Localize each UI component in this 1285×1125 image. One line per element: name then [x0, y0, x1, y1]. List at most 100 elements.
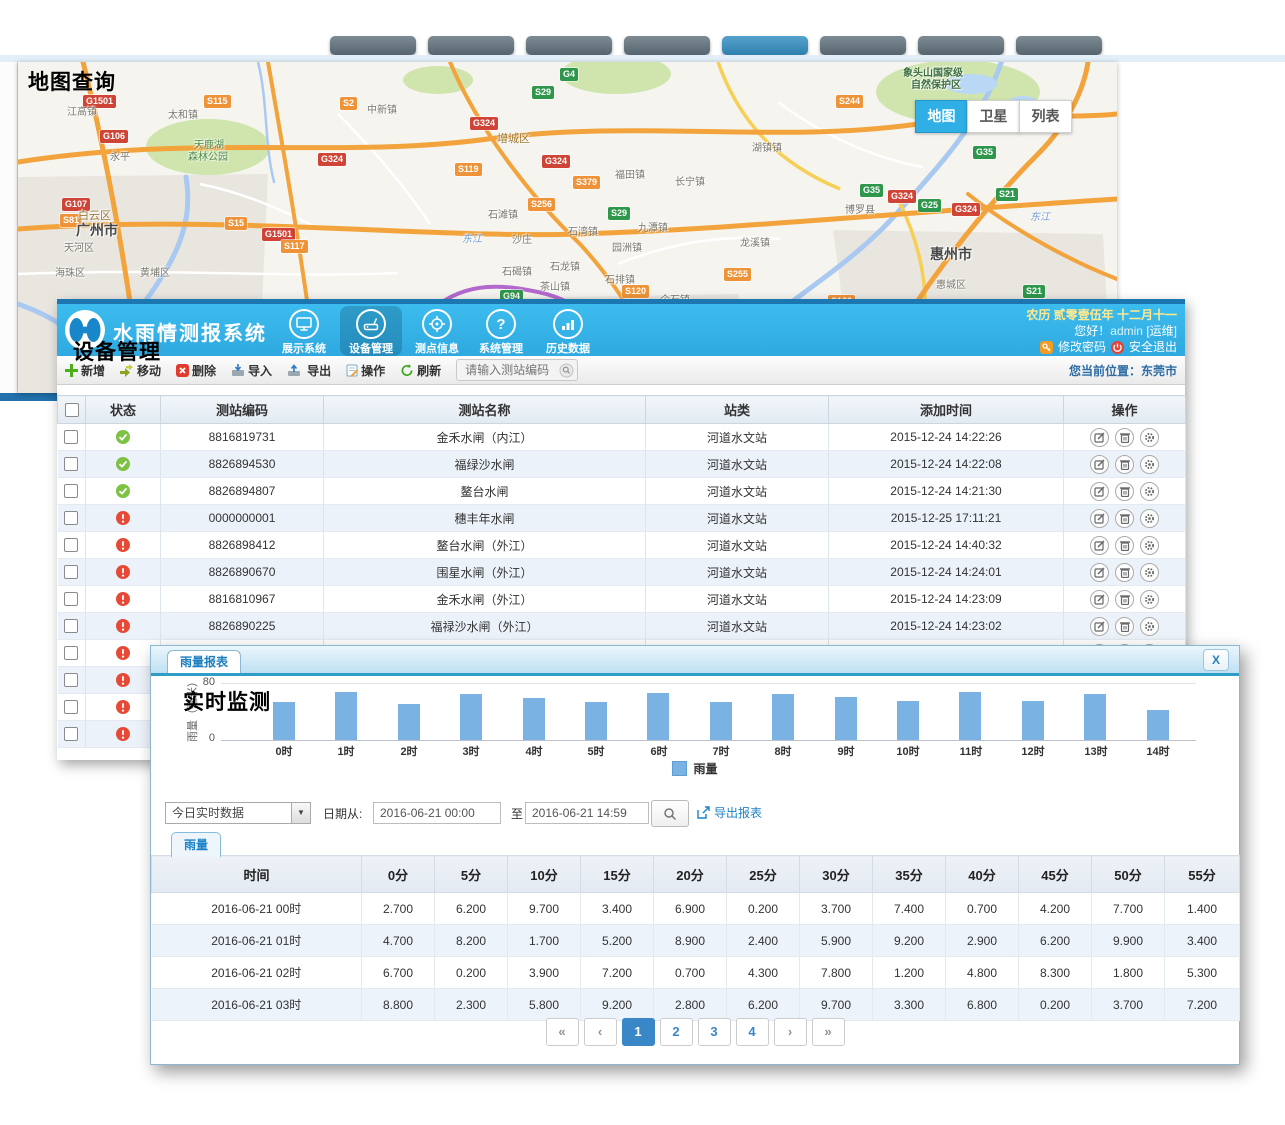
station-search-input[interactable]: [463, 362, 559, 378]
trash-icon[interactable]: [1115, 428, 1134, 447]
row-checkbox[interactable]: [64, 565, 78, 579]
page-prev-button[interactable]: ‹: [584, 1018, 617, 1046]
nav-item-station-info[interactable]: 测点信息: [406, 306, 468, 356]
background-tab[interactable]: [624, 36, 710, 55]
edit-icon[interactable]: [1090, 455, 1109, 474]
export-report-link[interactable]: 导出报表: [697, 804, 762, 821]
select-all-checkbox[interactable]: [65, 403, 79, 417]
background-tab[interactable]: [526, 36, 612, 55]
sub-tab-rain[interactable]: 雨量: [171, 832, 221, 857]
background-tab[interactable]: [330, 36, 416, 55]
row-checkbox[interactable]: [64, 511, 78, 525]
gear-icon[interactable]: [1140, 590, 1159, 609]
code-cell: 8826890225: [161, 613, 324, 640]
monitor-icon: [289, 309, 319, 339]
edit-icon[interactable]: [1090, 428, 1109, 447]
edit-icon[interactable]: [1090, 536, 1109, 555]
row-checkbox[interactable]: [64, 619, 78, 633]
row-checkbox[interactable]: [64, 646, 78, 660]
refresh-button[interactable]: 刷新: [400, 362, 441, 379]
row-checkbox[interactable]: [64, 673, 78, 687]
trash-icon[interactable]: [1115, 509, 1134, 528]
gear-icon[interactable]: [1140, 428, 1159, 447]
trash-icon[interactable]: [1115, 482, 1134, 501]
device-table-row[interactable]: 8816819731金禾水闸（内江）河道水文站2015-12-24 14:22:…: [58, 424, 1186, 451]
status-alert-icon: [116, 538, 130, 552]
page-next-button[interactable]: ›: [774, 1018, 807, 1046]
gear-icon[interactable]: [1140, 617, 1159, 636]
search-icon[interactable]: [559, 363, 574, 378]
date-to-input[interactable]: [525, 802, 649, 824]
page-first-button[interactable]: «: [546, 1018, 579, 1046]
name-cell: 围星水闸（外江）: [324, 559, 646, 586]
edit-icon[interactable]: [1090, 590, 1109, 609]
map-view-button-map[interactable]: 地图: [915, 100, 968, 133]
logout-link[interactable]: 安全退出: [1129, 339, 1177, 355]
operate-button[interactable]: 操作: [346, 362, 385, 379]
edit-icon[interactable]: [1090, 563, 1109, 582]
rain-value-cell: 2.800: [654, 989, 727, 1021]
device-table-row[interactable]: 8826890225福禄沙水闸（外江）河道水文站2015-12-24 14:23…: [58, 613, 1186, 640]
nav-item-display-system[interactable]: 展示系统: [273, 306, 335, 356]
device-table-row[interactable]: 8826894807鳌台水闸河道水文站2015-12-24 14:21:30: [58, 478, 1186, 505]
edit-icon[interactable]: [1090, 509, 1109, 528]
date-from-input[interactable]: [373, 802, 501, 824]
page-button-1[interactable]: 1: [622, 1018, 655, 1046]
gear-icon[interactable]: [1140, 509, 1159, 528]
rain-bar: [1022, 701, 1044, 740]
gear-icon[interactable]: [1140, 536, 1159, 555]
type-cell: 河道水文站: [646, 505, 829, 532]
device-table-row[interactable]: 8826890670围星水闸（外江）河道水文站2015-12-24 14:24:…: [58, 559, 1186, 586]
trash-icon[interactable]: [1115, 455, 1134, 474]
page-button-2[interactable]: 2: [660, 1018, 693, 1046]
road-shield: G25: [918, 199, 941, 212]
row-checkbox[interactable]: [64, 457, 78, 471]
row-checkbox[interactable]: [64, 484, 78, 498]
trash-icon[interactable]: [1115, 617, 1134, 636]
export-button[interactable]: 导出: [287, 362, 331, 379]
map-view-button-list[interactable]: 列表: [1019, 100, 1072, 133]
rain-value-cell: 0.700: [654, 957, 727, 989]
map-view-button-satellite[interactable]: 卫星: [967, 100, 1020, 133]
change-password-link[interactable]: 修改密码: [1058, 339, 1106, 355]
device-table-row[interactable]: 8816810967金禾水闸（外江）河道水文站2015-12-24 14:23:…: [58, 586, 1186, 613]
edit-icon[interactable]: [1090, 617, 1109, 636]
device-table-row[interactable]: 0000000001穗丰年水闸河道水文站2015-12-25 17:11:21: [58, 505, 1186, 532]
search-button[interactable]: [651, 800, 689, 827]
rain-value-cell: 7.200: [1165, 989, 1240, 1021]
row-checkbox[interactable]: [64, 700, 78, 714]
trash-icon[interactable]: [1115, 590, 1134, 609]
data-preset-select[interactable]: 今日实时数据 ▼: [165, 802, 311, 824]
x-tick-label: 12时: [1013, 743, 1053, 759]
device-table-row[interactable]: 8826898412鳌台水闸（外江）河道水文站2015-12-24 14:40:…: [58, 532, 1186, 559]
background-tab[interactable]: [820, 36, 906, 55]
trash-icon[interactable]: [1115, 563, 1134, 582]
x-tick-label: 8时: [763, 743, 803, 759]
page-button-3[interactable]: 3: [698, 1018, 731, 1046]
background-tab-active[interactable]: [722, 36, 808, 55]
row-checkbox[interactable]: [64, 538, 78, 552]
tab-rain-report[interactable]: 雨量报表: [167, 650, 241, 673]
device-table-row[interactable]: 8826894530福绿沙水闸河道水文站2015-12-24 14:22:08: [58, 451, 1186, 478]
background-tab[interactable]: [918, 36, 1004, 55]
background-tab[interactable]: [1016, 36, 1102, 55]
page-last-button[interactable]: »: [812, 1018, 845, 1046]
row-checkbox[interactable]: [64, 727, 78, 741]
edit-icon[interactable]: [1090, 482, 1109, 501]
gear-icon[interactable]: [1140, 455, 1159, 474]
name-cell: 福禄沙水闸（外江）: [324, 613, 646, 640]
gear-icon[interactable]: [1140, 563, 1159, 582]
trash-icon[interactable]: [1115, 536, 1134, 555]
gear-icon[interactable]: [1140, 482, 1159, 501]
page-button-4[interactable]: 4: [736, 1018, 769, 1046]
nav-item-system-management[interactable]: ? 系统管理: [470, 306, 532, 356]
background-tab[interactable]: [428, 36, 514, 55]
nav-item-history-data[interactable]: 历史数据: [537, 306, 599, 356]
row-checkbox[interactable]: [64, 430, 78, 444]
close-icon[interactable]: X: [1203, 649, 1229, 671]
delete-button[interactable]: 删除: [176, 362, 216, 379]
row-checkbox[interactable]: [64, 592, 78, 606]
map-label: 自然保护区: [911, 80, 961, 92]
import-button[interactable]: 导入: [231, 362, 272, 379]
nav-item-device-management[interactable]: 设备管理: [340, 306, 402, 356]
